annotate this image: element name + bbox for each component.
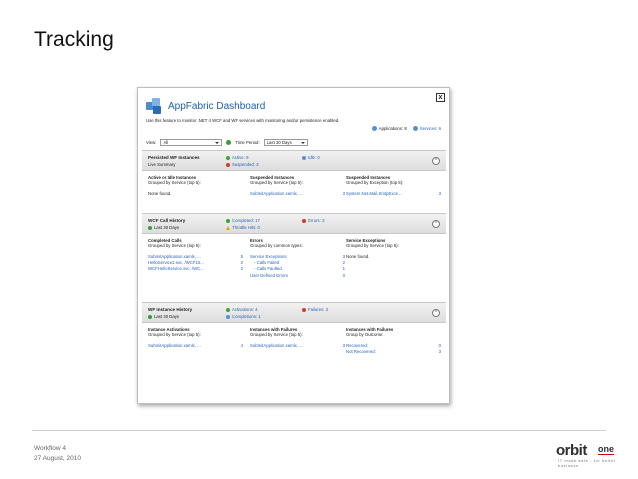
list-item[interactable]: WCFHelloService.svc, /WC... 2	[148, 266, 243, 272]
services-icon	[412, 126, 418, 132]
dashboard-counts: Applications: 8 Services: 6	[371, 126, 441, 132]
section-subtitle: Last 30 Days	[148, 225, 179, 230]
warning-icon	[226, 225, 230, 230]
wf-instance-history-body: Instance Activations Grouped by Service …	[142, 323, 446, 373]
list-item[interactable]: User Defined Errors 0	[250, 273, 345, 279]
time-period-icon	[226, 140, 232, 145]
error-icon	[302, 218, 306, 223]
wcf-call-history-header: WCF Call History Last 30 Days Completed:…	[142, 213, 446, 234]
dashboard-title: AppFabric Dashboard	[168, 100, 266, 112]
applications-count[interactable]: Applications: 8	[371, 126, 407, 132]
persisted-wf-header: Persisted WF Instances Live Summary Acti…	[142, 150, 446, 171]
footer-date: 27 August, 2010	[34, 455, 81, 462]
errors-stat[interactable]: Errors: 3	[302, 218, 324, 223]
wf-instance-history-section: WF Instance History Last 30 Days Activat…	[142, 302, 446, 373]
suspended-by-service-column: Suspended Instances Grouped by Service (…	[250, 175, 345, 197]
completed-stat[interactable]: Completed: 17	[226, 218, 260, 223]
persisted-wf-body: Active or Idle Instances Grouped by Serv…	[142, 171, 446, 207]
dashboard-description: Use this feature to monitor .NET 4 WCF a…	[146, 118, 340, 123]
idle-stat[interactable]: Idle: 0	[302, 155, 320, 160]
active-idle-column: Active or Idle Instances Grouped by Serv…	[148, 175, 243, 197]
slide-title: Tracking	[34, 28, 114, 51]
list-item[interactable]: SubmitApplication.xamlx, ... 3	[250, 191, 345, 197]
activations-icon	[226, 307, 230, 312]
view-label: View:	[146, 140, 157, 145]
clock-icon	[148, 314, 152, 319]
persisted-wf-section: Persisted WF Instances Live Summary Acti…	[142, 150, 446, 207]
suspended-by-exception-column: Suspended Instances Grouped by Exception…	[346, 175, 441, 197]
list-item[interactable]: SubmitApplication.xamlx, ... 4	[148, 343, 243, 349]
section-title: WCF Call History	[148, 218, 186, 223]
activations-stat[interactable]: Activations: 4	[226, 307, 258, 312]
failures-stat[interactable]: Failures: 3	[302, 307, 328, 312]
chevron-up-icon[interactable]: ⌃	[432, 220, 440, 228]
view-select[interactable]: All	[160, 139, 223, 146]
clock-icon	[148, 225, 152, 230]
close-icon[interactable]: x	[436, 93, 445, 102]
time-period-label: Time Period:	[235, 140, 260, 145]
chevron-up-icon[interactable]: ⌃	[432, 309, 440, 317]
wf-instance-history-header: WF Instance History Last 30 Days Activat…	[142, 302, 446, 323]
instance-activations-column: Instance Activations Grouped by Service …	[148, 327, 243, 349]
dashboard-screenshot: x AppFabric Dashboard Use this feature t…	[137, 87, 450, 404]
list-item[interactable]: Not Recovered: 3	[346, 349, 441, 355]
idle-icon	[302, 155, 306, 160]
logo-word-one: one	[598, 444, 615, 455]
active-icon	[226, 155, 230, 160]
chevron-up-icon[interactable]: ⌃	[432, 157, 440, 165]
chevron-down-icon	[300, 141, 305, 144]
wcf-call-history-body: Completed Calls Grouped by Service (top …	[142, 234, 446, 296]
time-period-select[interactable]: Last 30 Days	[263, 139, 308, 146]
wcf-call-history-section: WCF Call History Last 30 Days Completed:…	[142, 213, 446, 296]
list-item[interactable]: SubmitApplication.xamlx, ... 3	[250, 343, 345, 349]
suspended-stat[interactable]: Suspended: 3	[226, 162, 259, 167]
logo-word-orbit: orbit	[556, 442, 587, 459]
chevron-down-icon	[215, 141, 220, 144]
active-stat[interactable]: Active: 9	[226, 155, 248, 160]
list-item: None found.	[346, 254, 370, 259]
completions-icon	[226, 314, 230, 319]
section-subtitle: Live Summary	[148, 162, 176, 167]
footer-divider	[32, 430, 606, 431]
completions-stat[interactable]: Completions: 1	[226, 314, 261, 319]
section-title: Persisted WF Instances	[148, 155, 200, 160]
applications-icon	[371, 126, 377, 132]
failures-by-service-column: Instances with Failures Grouped by Servi…	[250, 327, 345, 349]
dashboard-header: AppFabric Dashboard	[146, 96, 265, 116]
appfabric-logo-icon	[146, 98, 162, 114]
logo-tagline: IT made safe - for better business	[558, 458, 616, 468]
filter-bar: View: All Time Period: Last 30 Days	[146, 139, 308, 146]
list-item[interactable]: System.Net.Mail.SmtpExce... 3	[346, 191, 441, 197]
throttle-stat[interactable]: Throttle Hits: 0	[226, 225, 260, 230]
list-item: None found.	[148, 191, 172, 196]
orbitone-logo: orbit one IT made safe - for better busi…	[556, 442, 628, 468]
suspended-icon	[226, 162, 230, 167]
section-subtitle: Last 30 Days	[148, 314, 179, 319]
failures-by-outcome-column: Instances with Failures Group by Outcome…	[346, 327, 441, 355]
footer-product: Workflow 4	[34, 445, 67, 452]
section-title: WF Instance History	[148, 307, 193, 312]
errors-column: Errors Grouped by common types: Service …	[250, 238, 345, 279]
completed-icon	[226, 218, 230, 223]
service-exceptions-column: Service Exceptions Grouped by Service (t…	[346, 238, 441, 260]
completed-calls-column: Completed Calls Grouped by Service (top …	[148, 238, 243, 272]
services-count[interactable]: Services: 6	[412, 126, 441, 132]
failures-icon	[302, 307, 306, 312]
